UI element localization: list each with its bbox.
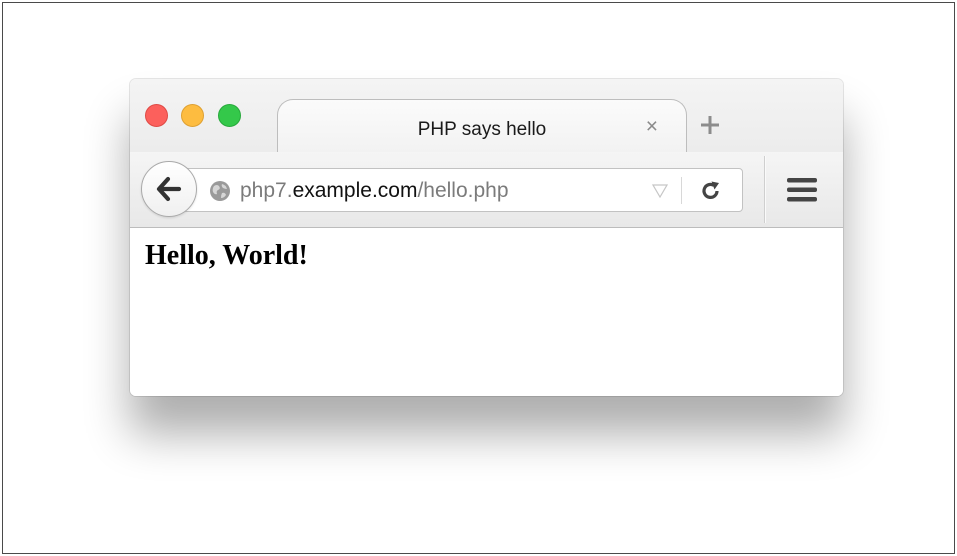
url-path: /hello.php (417, 179, 509, 202)
new-tab-button[interactable] (698, 113, 722, 137)
back-arrow-icon (156, 176, 182, 202)
screenshot-frame: PHP says hello × php7.example.com/hello.… (2, 2, 955, 554)
menu-button[interactable] (786, 176, 818, 204)
url-subdomain: php7. (240, 179, 293, 202)
close-window-button[interactable] (145, 104, 168, 127)
page-heading: Hello, World! (145, 240, 308, 271)
hamburger-menu-icon (787, 178, 817, 202)
url-bar-divider (681, 177, 682, 204)
dropdown-triangle-icon[interactable] (652, 184, 668, 198)
navigation-toolbar: php7.example.com/hello.php (130, 152, 843, 228)
maximize-window-button[interactable] (218, 104, 241, 127)
minimize-window-button[interactable] (181, 104, 204, 127)
url-text[interactable]: php7.example.com/hello.php (240, 179, 509, 203)
tab-close-icon[interactable]: × (646, 116, 658, 137)
tab-strip: PHP says hello × (130, 79, 843, 153)
reload-icon[interactable] (700, 180, 722, 202)
browser-window: PHP says hello × php7.example.com/hello.… (130, 79, 843, 396)
tab-title: PHP says hello (417, 119, 547, 140)
url-bar[interactable]: php7.example.com/hello.php (164, 168, 743, 212)
page-content: Hello, World! (130, 228, 843, 396)
tab-php-says-hello[interactable]: PHP says hello × (277, 99, 687, 153)
back-button[interactable] (141, 161, 197, 217)
plus-icon (701, 116, 719, 134)
url-domain: example.com (292, 179, 418, 202)
toolbar-divider (764, 156, 765, 223)
globe-icon (210, 181, 230, 201)
